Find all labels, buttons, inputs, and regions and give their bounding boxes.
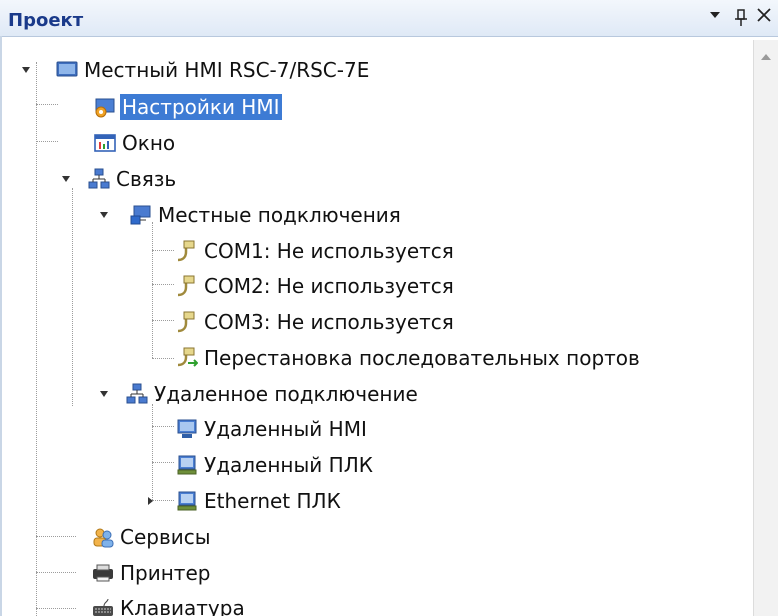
tree-guide (152, 462, 174, 463)
collapsed-arrow-icon[interactable] (144, 495, 156, 507)
project-panel: Проект Местный HMI RSC-7/RSC-7E Настройк… (0, 0, 778, 616)
tree-item-label: Настройки HMI (120, 94, 282, 120)
tree-item-label: Удаленный HMI (204, 417, 367, 441)
panel-title: Проект (8, 10, 84, 31)
vertical-scrollbar[interactable] (753, 40, 778, 616)
local-connection-icon (130, 204, 152, 226)
tree-item-label: Удаленный ПЛК (204, 453, 373, 477)
tree-item-com3[interactable]: COM3: Не используется (176, 307, 456, 337)
tree-guide (36, 608, 76, 609)
services-icon (92, 526, 114, 548)
tree-guide (152, 284, 174, 285)
tree-item-label: Связь (116, 167, 177, 191)
tree-item-label: COM2: Не используется (204, 274, 454, 298)
tree-item-label: Сервисы (120, 525, 211, 549)
tree-item-remote-plc[interactable]: Удаленный ПЛК (176, 450, 375, 480)
tree-guide (36, 536, 76, 537)
tree-guide (152, 358, 174, 359)
tree-item-remote-hmi[interactable]: Удаленный HMI (176, 414, 369, 444)
serial-port-icon (176, 311, 198, 333)
tree-item-label: Окно (122, 131, 176, 155)
tree-item-remote-connection[interactable]: Удаленное подключение (98, 379, 420, 409)
tree-guide (36, 141, 58, 142)
tree-item-label: Местный HMI RSC-7/RSC-7E (84, 58, 370, 82)
tree-item-label: Местные подключения (158, 203, 401, 227)
plc-icon (176, 490, 198, 512)
scroll-up-icon[interactable] (761, 54, 771, 60)
tree-item-keyboard[interactable]: Клавиатура (92, 593, 247, 616)
tree-item-local-connections[interactable]: Местные подключения (98, 200, 403, 230)
tree-item-services[interactable]: Сервисы (92, 522, 213, 552)
serial-port-icon (176, 275, 198, 297)
tree-item-window[interactable]: Окно (94, 128, 177, 158)
tree-item-label: COM3: Не используется (204, 310, 454, 334)
panel-header: Проект (0, 0, 778, 37)
port-swap-icon (176, 347, 198, 369)
tree-item-local-hmi[interactable]: Местный HMI RSC-7/RSC-7E (20, 55, 371, 85)
serial-port-icon (176, 240, 198, 262)
plc-icon (176, 454, 198, 476)
tree-guide (152, 426, 174, 427)
remote-hmi-icon (176, 418, 198, 440)
dropdown-menu-icon[interactable] (708, 8, 722, 22)
expanded-arrow-icon[interactable] (60, 173, 72, 185)
tree-item-label: Удаленное подключение (154, 382, 418, 406)
tree-item-com1[interactable]: COM1: Не используется (176, 236, 456, 266)
tree-item-label: Клавиатура (120, 596, 245, 616)
tree-guide (72, 188, 73, 406)
tree-guide (36, 572, 76, 573)
hmi-settings-icon (94, 96, 116, 118)
tree-guide (36, 62, 37, 616)
tree-item-serial-port-swap[interactable]: Перестановка последовательных портов (176, 343, 642, 373)
project-tree: Местный HMI RSC-7/RSC-7E Настройки HMI О… (0, 40, 753, 616)
tree-item-label: Ethernet ПЛК (204, 489, 341, 513)
tree-item-label: COM1: Не используется (204, 239, 454, 263)
tree-item-communication[interactable]: Связь (60, 164, 178, 194)
tree-item-com2[interactable]: COM2: Не используется (176, 271, 456, 301)
monitor-icon (56, 59, 78, 81)
keyboard-icon (92, 597, 114, 616)
printer-icon (92, 562, 114, 584)
tree-guide (152, 250, 174, 251)
expanded-arrow-icon[interactable] (20, 64, 32, 76)
close-icon[interactable] (756, 6, 772, 28)
network-icon (88, 168, 110, 190)
tree-item-label: Принтер (120, 561, 211, 585)
pin-icon[interactable] (734, 9, 748, 31)
tree-guide (152, 320, 174, 321)
tree-item-ethernet-plc[interactable]: Ethernet ПЛК (144, 486, 343, 516)
tree-item-printer[interactable]: Принтер (92, 558, 212, 588)
tree-item-label: Перестановка последовательных портов (204, 346, 640, 370)
window-icon (94, 132, 116, 154)
network-icon (126, 383, 148, 405)
expanded-arrow-icon[interactable] (98, 209, 110, 221)
tree-guide (36, 104, 58, 105)
tree-guide (152, 222, 153, 358)
tree-item-hmi-settings[interactable]: Настройки HMI (94, 92, 282, 122)
expanded-arrow-icon[interactable] (98, 388, 110, 400)
